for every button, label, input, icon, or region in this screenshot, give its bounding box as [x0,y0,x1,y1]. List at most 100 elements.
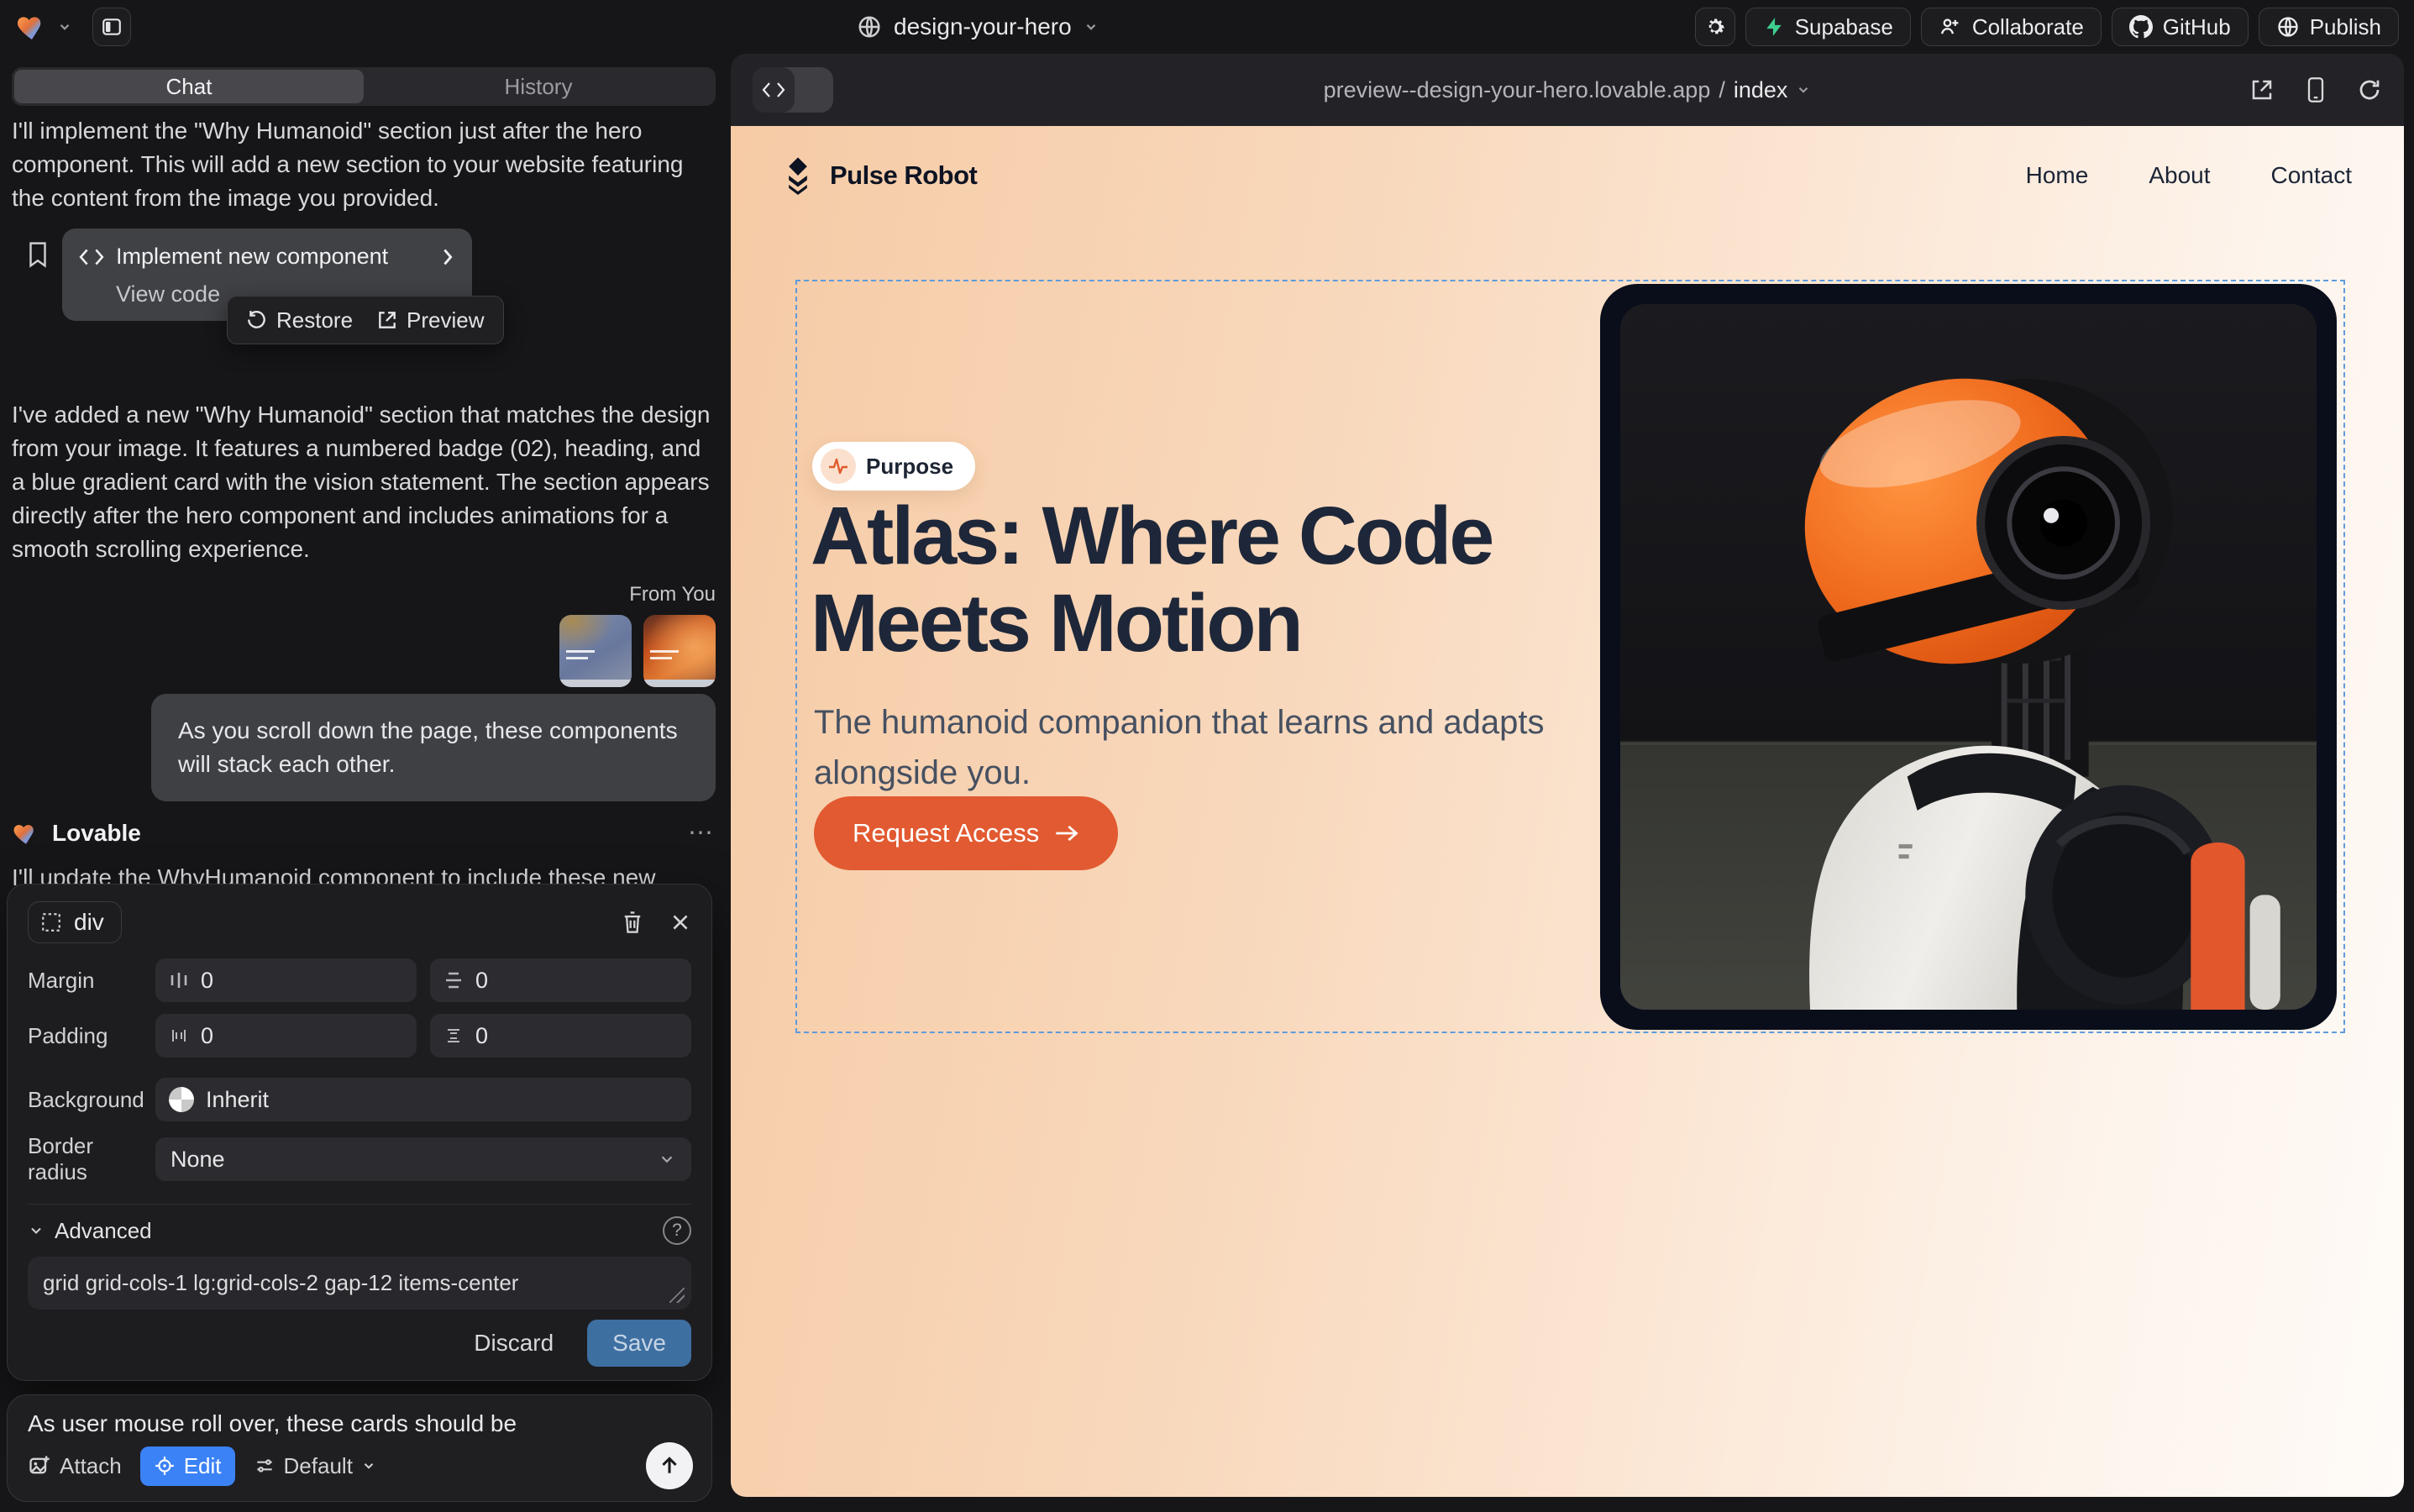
advanced-label[interactable]: Advanced [55,1218,152,1244]
mobile-view-icon[interactable] [2305,76,2327,103]
discard-button[interactable]: Discard [462,1321,565,1365]
tool-call-row: Implement new component View code Restor… [12,228,716,346]
model-selector[interactable]: Default [254,1453,376,1479]
edit-mode-button[interactable]: Edit [140,1446,235,1486]
open-in-new-tab-icon[interactable] [2249,77,2275,102]
preview-url-separator: / [1719,77,1725,103]
tab-history[interactable]: History [364,70,713,103]
hero-heading: Atlas: Where Code Meets Motion [811,492,1625,667]
supabase-icon [1763,16,1785,38]
border-radius-value: None [171,1147,225,1173]
classes-value: grid grid-cols-1 lg:grid-cols-2 gap-12 i… [43,1270,518,1295]
padding-y-value: 0 [475,1023,488,1049]
preview-page-name: index [1734,77,1788,103]
margin-y-input[interactable]: 0 [430,958,691,1002]
element-inspector-panel: div Margin 0 [7,884,712,1381]
attach-label: Attach [60,1453,122,1479]
request-access-button[interactable]: Request Access [814,796,1118,870]
collaborate-label: Collaborate [1972,14,2084,40]
pulse-robot-logo-icon [779,156,816,195]
bookmark-icon[interactable] [25,240,50,269]
arrow-right-icon [1054,822,1079,844]
restore-label: Restore [276,307,353,333]
project-switcher[interactable]: design-your-hero [857,0,1099,54]
close-panel-icon[interactable] [669,911,691,933]
border-radius-select[interactable]: None [155,1137,691,1181]
padding-y-input[interactable]: 0 [430,1014,691,1058]
composer-input[interactable]: As user mouse roll over, these cards sho… [28,1410,693,1437]
attachment-thumbnail-blue[interactable] [559,615,632,687]
margin-x-value: 0 [201,968,213,994]
collaborate-button[interactable]: Collaborate [1921,8,2102,46]
advanced-chevron-icon[interactable] [28,1222,45,1239]
globe-icon [857,14,882,39]
code-toggle-icon [762,81,785,99]
padding-x-input[interactable]: 0 [155,1014,417,1058]
hero-robot-card [1600,284,2337,1030]
site-brand-name: Pulse Robot [830,160,977,191]
site-brand[interactable]: Pulse Robot [779,156,977,195]
nav-about[interactable]: About [2149,162,2210,189]
margin-label: Margin [28,968,155,994]
arrow-up-icon [659,1455,680,1477]
refresh-icon[interactable] [2357,77,2382,102]
margin-x-input[interactable]: 0 [155,958,417,1002]
restore-button[interactable]: Restore [246,307,353,333]
padding-label: Padding [28,1023,155,1049]
preview-button[interactable]: Preview [376,307,484,333]
preview-label: Preview [407,307,484,333]
hero-badge: Purpose [812,442,975,491]
margin-y-icon [443,970,464,990]
supabase-button[interactable]: Supabase [1745,8,1911,46]
attach-button[interactable]: Attach [28,1453,122,1479]
nav-contact[interactable]: Contact [2271,162,2353,189]
publish-button[interactable]: Publish [2259,8,2399,46]
gear-icon [1703,15,1727,39]
settings-button[interactable] [1695,8,1735,46]
github-button[interactable]: GitHub [2112,8,2249,46]
chat-sidebar: Chat History I'll implement the "Why Hum… [0,54,729,1512]
padding-x-value: 0 [201,1023,213,1049]
save-button[interactable]: Save [587,1320,691,1367]
selected-element-chip[interactable]: div [28,901,122,943]
lovable-logo-icon[interactable] [15,10,49,44]
chat-composer: As user mouse roll over, these cards sho… [7,1394,712,1502]
toggle-sidebar-button[interactable] [92,8,131,46]
resize-handle[interactable] [669,1288,685,1303]
preview-url[interactable]: preview--design-your-hero.lovable.app / … [731,54,2404,126]
code-icon [79,247,104,267]
site-viewport: Pulse Robot Home About Contact Purpose A… [731,126,2404,1497]
selected-element-tag: div [74,909,104,936]
attach-image-icon [28,1454,51,1478]
from-you-label: From You [629,583,716,606]
nav-home[interactable]: Home [2026,162,2089,189]
background-label: Background [28,1087,155,1113]
send-button[interactable] [646,1442,693,1489]
hero-badge-label: Purpose [866,454,953,480]
external-link-icon [376,309,398,331]
selection-box-icon [40,911,62,933]
background-input[interactable]: Inherit [155,1078,691,1121]
restore-icon [246,309,268,331]
app-topbar: design-your-hero Supabase Collaborate [0,0,2414,54]
code-preview-toggle[interactable] [753,67,833,113]
lovable-heart-icon [12,819,40,848]
workspace-chevron-icon[interactable] [57,19,72,34]
project-name: design-your-hero [894,13,1072,40]
pulse-icon [827,455,849,477]
supabase-label: Supabase [1795,14,1893,40]
help-icon[interactable]: ? [663,1216,691,1245]
classes-textarea[interactable]: grid grid-cols-1 lg:grid-cols-2 gap-12 i… [28,1257,691,1310]
transparency-swatch-icon [169,1087,194,1112]
tab-chat[interactable]: Chat [14,70,364,103]
attachment-thumbnail-orange[interactable] [643,615,716,687]
github-label: GitHub [2163,14,2231,40]
assistant-name: Lovable [52,820,141,847]
request-access-label: Request Access [853,818,1039,848]
message-menu-icon[interactable]: ⋯ [688,818,716,848]
margin-x-icon [169,970,189,990]
background-value: Inherit [206,1087,269,1113]
delete-element-icon[interactable] [621,910,644,935]
publish-label: Publish [2310,14,2381,40]
edit-label: Edit [184,1453,222,1479]
